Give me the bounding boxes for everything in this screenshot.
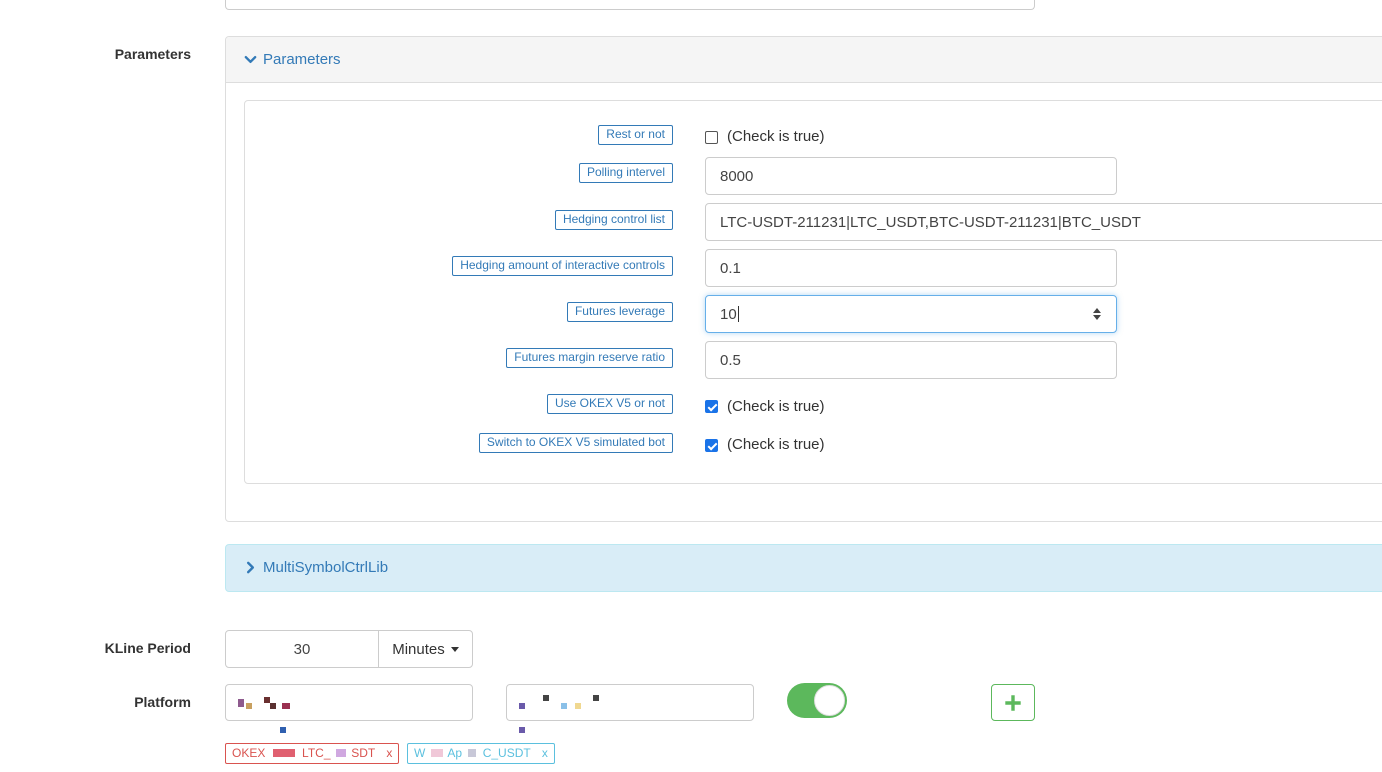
multisymbol-panel-title: MultiSymbolCtrlLib [263,559,389,576]
redacted-pixel [335,749,346,757]
pair-tag-exchange-suffix: Ap [447,746,463,760]
redacted-pixel [575,703,581,709]
pair-tag-exchange: OKEX [232,746,266,760]
redacted-pixel [246,703,252,709]
okex-v5-checkbox[interactable] [705,400,718,413]
redacted-pixel [519,727,525,733]
platform-pair-select[interactable] [506,684,754,733]
text-caret [737,306,739,322]
previous-input-edge[interactable] [225,0,1035,10]
platform-enable-toggle[interactable] [787,683,847,718]
number-spinner-icon[interactable] [1092,306,1102,322]
multisymbol-panel-toggle[interactable]: MultiSymbolCtrlLib [244,559,388,576]
kline-row-label: KLine Period [104,640,191,656]
redacted-pixel [561,703,567,709]
rest-hint: (Check is true) [727,128,825,145]
redacted-pixel [270,703,276,709]
platform-row-label: Platform [134,694,191,710]
toggle-knob [814,685,845,716]
kline-period-value: 30 [293,640,311,658]
polling-interval-input[interactable]: 8000 [705,157,1117,195]
parameters-panel-heading[interactable]: Parameters [226,37,1382,83]
hedging-amount-value: 0.1 [720,259,741,277]
redacted-pixel [280,727,286,733]
add-platform-button[interactable] [991,684,1035,721]
remove-pair-okex-button[interactable]: x [386,746,392,760]
pair-tag-okex: OKEX LTC_ SDT x [225,743,400,764]
rest-checkbox[interactable] [705,131,718,144]
kline-unit-dropdown[interactable]: Minutes [378,630,473,668]
redacted-pixel [430,749,443,757]
redacted-pixel [238,699,244,707]
futures-leverage-input[interactable]: 10 [705,295,1117,333]
kline-period-input[interactable]: 30 [225,630,379,668]
parameters-row-label: Parameters [114,46,191,62]
futures-leverage-value: 10 [720,305,737,323]
chevron-down-icon [244,55,257,64]
caret-down-icon [450,646,459,652]
pair-tag-pair-prefix: LTC_ [302,746,331,760]
pair-tag-pair: C_USDT [482,746,531,760]
okex-sim-checkbox[interactable] [705,439,718,452]
redacted-pixel [272,749,295,757]
redacted-pixel [543,695,549,701]
margin-ratio-value: 0.5 [720,351,741,369]
okex-v5-hint: (Check is true) [727,398,825,415]
pair-tag-wexapp: W Ap C_USDT x [407,743,555,764]
polling-interval-value: 8000 [720,167,754,185]
multisymbol-panel[interactable]: MultiSymbolCtrlLib [225,544,1382,592]
redacted-pixel [593,695,599,701]
margin-ratio-input[interactable]: 0.5 [705,341,1117,379]
redacted-pixel [282,703,290,709]
platform-exchange-select[interactable] [225,684,473,733]
hedging-amount-input[interactable]: 0.1 [705,249,1117,287]
redacted-pixel [468,749,477,757]
remove-pair-wexapp-button[interactable]: x [542,746,548,760]
parameters-panel-toggle[interactable]: Parameters [244,51,341,68]
hedging-control-list-input[interactable]: LTC-USDT-211231|LTC_USDT,BTC-USDT-211231… [705,203,1382,241]
kline-unit-label: Minutes [392,640,445,658]
pair-tag-exchange: W [414,746,426,760]
hedging-control-list-value: LTC-USDT-211231|LTC_USDT,BTC-USDT-211231… [720,213,1141,231]
parameters-panel-title: Parameters [263,51,341,68]
pair-tag-pair-suffix: SDT [351,746,375,760]
okex-sim-hint: (Check is true) [727,436,825,453]
redacted-pixel [519,703,525,709]
plus-icon [1005,694,1021,711]
chevron-right-icon [246,561,255,574]
